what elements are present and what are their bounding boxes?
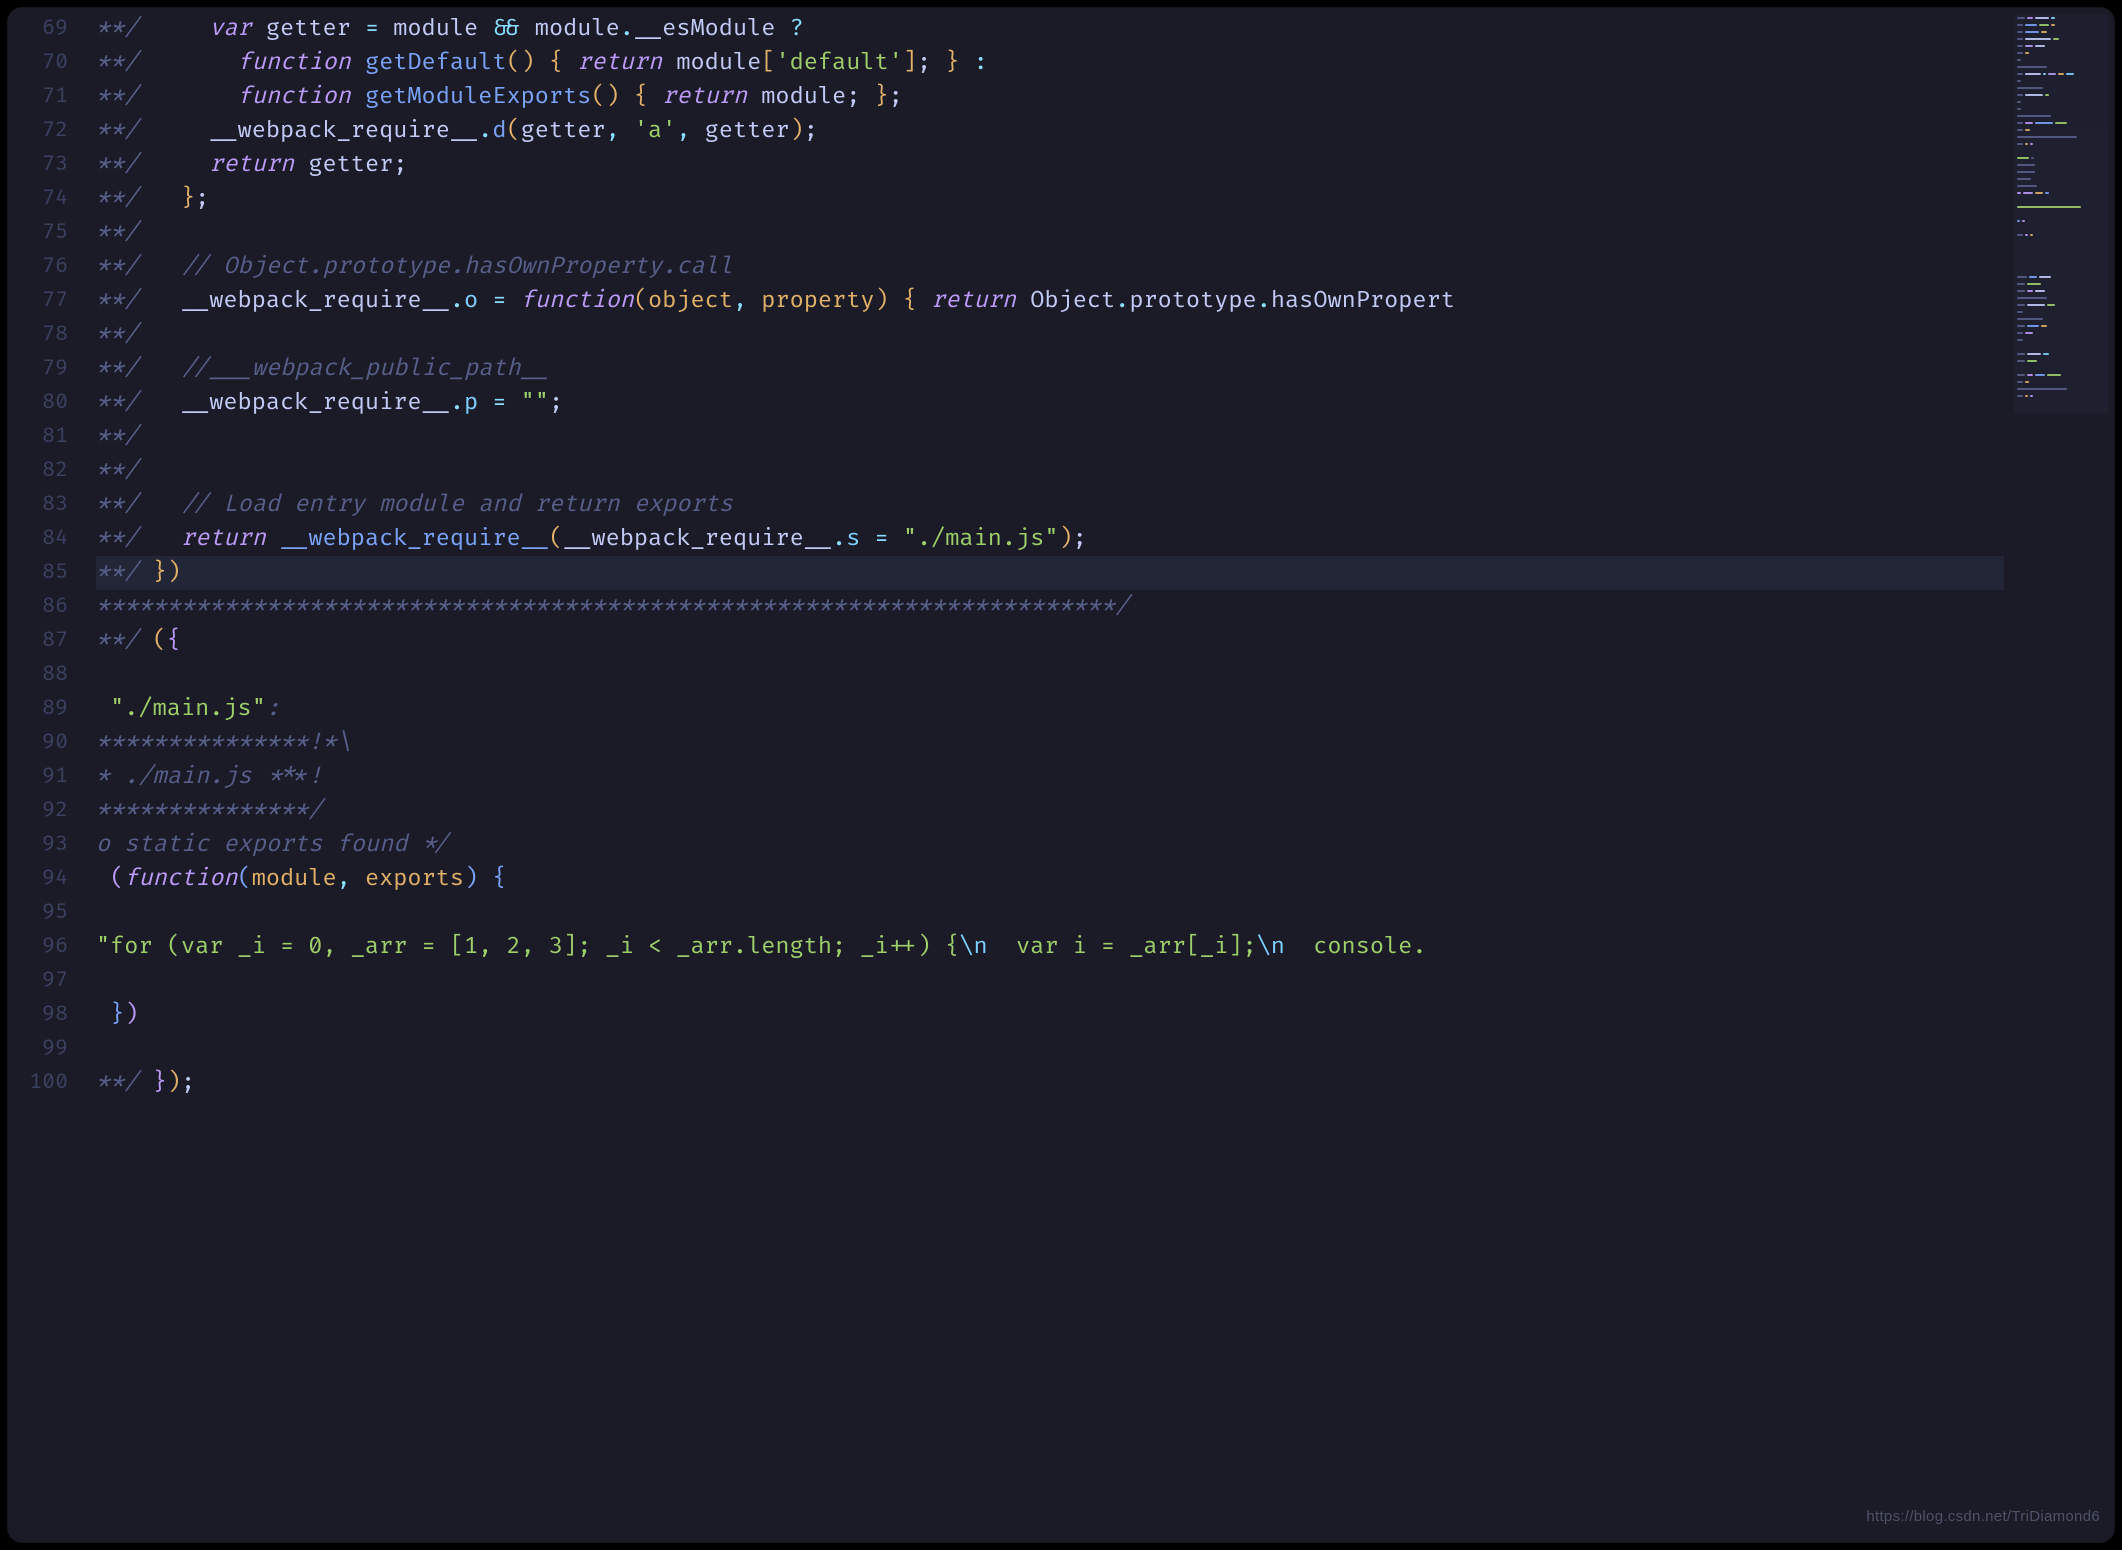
line-number: 75 [8,216,86,250]
line-number: 100 [8,1066,86,1100]
code-line: }) [96,998,2004,1032]
line-number: 73 [8,148,86,182]
line-number: 82 [8,454,86,488]
code-line: **/ __webpack_require__.p = ""; [96,386,2004,420]
code-line: **/ function getModuleExports() { return… [96,80,2004,114]
minimap[interactable] [2014,14,2108,414]
code-line: ****************************************… [96,590,2004,624]
line-number: 87 [8,624,86,658]
code-line [96,1032,2004,1066]
line-number: 69 [8,12,86,46]
line-number: 71 [8,80,86,114]
line-number: 93 [8,828,86,862]
line-number: 83 [8,488,86,522]
line-number: 98 [8,998,86,1032]
code-line: **/ var getter = module && module.__esMo… [96,12,2004,46]
code-line: **/ return getter; [96,148,2004,182]
code-line: **/ //___webpack_public_path__ [96,352,2004,386]
line-number: 92 [8,794,86,828]
code-line: "./main.js": [96,692,2004,726]
line-number: 88 [8,658,86,692]
line-number: 70 [8,46,86,80]
code-line: **/ [96,318,2004,352]
code-line: ***************/ [96,794,2004,828]
line-number: 89 [8,692,86,726]
code-line [96,658,2004,692]
code-line: **/ }); [96,1066,2004,1100]
line-number: 95 [8,896,86,930]
code-editor: 6970717273747576777879808182838485868788… [8,8,2114,1542]
line-number: 86 [8,590,86,624]
line-number: 94 [8,862,86,896]
code-line: **/ }) [96,556,2004,590]
line-number: 91 [8,760,86,794]
code-line [96,896,2004,930]
line-number: 96 [8,930,86,964]
line-number: 74 [8,182,86,216]
line-number: 78 [8,318,86,352]
code-line: o static exports found */ [96,828,2004,862]
code-line: **/ // Object.prototype.hasOwnProperty.c… [96,250,2004,284]
line-number: 76 [8,250,86,284]
code-line: **/ [96,454,2004,488]
code-line: **/ __webpack_require__.o = function(obj… [96,284,2004,318]
code-line: * ./main.js ***! [96,760,2004,794]
code-line: **/ [96,216,2004,250]
code-line: (function(module, exports) { [96,862,2004,896]
line-number: 90 [8,726,86,760]
code-line: **/ ({ [96,624,2004,658]
code-line: **/ [96,420,2004,454]
line-number: 80 [8,386,86,420]
code-line: **/ return __webpack_require__(__webpack… [96,522,2004,556]
code-line: **/ // Load entry module and return expo… [96,488,2004,522]
line-number-gutter: 6970717273747576777879808182838485868788… [8,8,86,1542]
code-line: **/ __webpack_require__.d(getter, 'a', g… [96,114,2004,148]
line-number: 81 [8,420,86,454]
code-line: "for (var _i = 0, _arr = [1, 2, 3]; _i <… [96,930,2004,964]
watermark-text: https://blog.csdn.net/TriDiamond6 [1866,1500,2100,1534]
line-number: 79 [8,352,86,386]
code-line: ***************!*\ [96,726,2004,760]
line-number: 72 [8,114,86,148]
line-number: 84 [8,522,86,556]
line-number: 77 [8,284,86,318]
code-line: **/ function getDefault() { return modul… [96,46,2004,80]
code-content[interactable]: **/ var getter = module && module.__esMo… [96,8,2004,1542]
line-number: 99 [8,1032,86,1066]
code-line [96,964,2004,998]
line-number: 85 [8,556,86,590]
code-line: **/ }; [96,182,2004,216]
line-number: 97 [8,964,86,998]
